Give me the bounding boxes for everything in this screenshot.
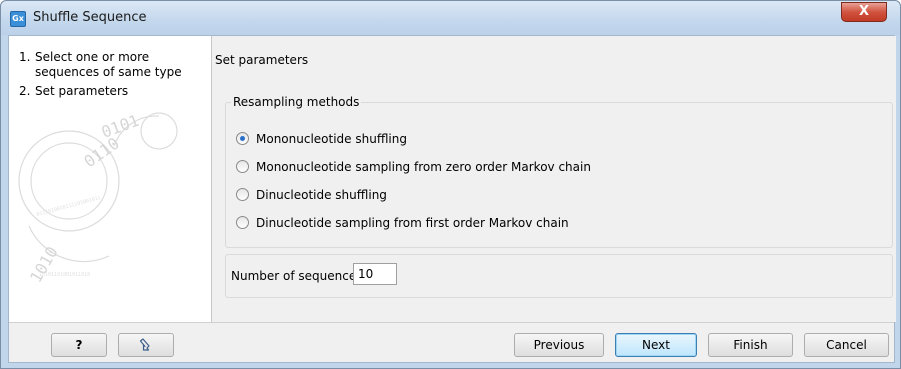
dialog-body: 1. Select one or more sequences of same … [8, 35, 896, 363]
window-title: Shuffle Sequence [33, 10, 147, 25]
help-button[interactable]: ? [51, 333, 107, 357]
svg-text:1010: 1010 [26, 243, 62, 286]
title-bar: Gx Shuffle Sequence X [1, 1, 900, 35]
step-number: 1. [19, 50, 31, 64]
radio-button[interactable] [236, 216, 249, 229]
svg-text:0111010010111101001011: 0111010010111101001011 [36, 195, 102, 218]
radio-label: Mononucleotide sampling from zero order … [256, 160, 591, 174]
radio-label: Dinucleotide shuffling [256, 188, 387, 202]
step-number: 2. [19, 84, 31, 98]
panel-heading: Set parameters [215, 53, 309, 67]
radio-label: Mononucleotide shuffling [256, 132, 407, 146]
resampling-methods-group: Resampling methods Mononucleotide shuffl… [225, 95, 893, 248]
close-button[interactable]: X [841, 2, 887, 22]
svg-text:0101: 0101 [99, 111, 142, 142]
step-label: Select one or more sequences of same typ… [35, 50, 182, 79]
next-button[interactable]: Next [615, 333, 697, 357]
parameters-panel: Set parameters Resampling methods Mononu… [213, 36, 896, 322]
cancel-button[interactable]: Cancel [804, 333, 889, 357]
radio-button[interactable] [236, 132, 249, 145]
reset-button[interactable] [118, 333, 174, 357]
radio-button[interactable] [236, 160, 249, 173]
number-of-sequences-input[interactable] [353, 263, 397, 285]
binary-swirl-watermark-icon: 0110 1010 0101 0111010010111101001011 10… [18, 111, 178, 286]
group-title: Resampling methods [231, 95, 362, 109]
number-of-sequences-label: Number of sequences: [231, 269, 367, 283]
step-label: Set parameters [35, 84, 129, 98]
radio-label: Dinucleotide sampling from first order M… [256, 216, 569, 230]
app-logo-icon: Gx [10, 11, 26, 27]
shuffle-sequence-dialog: Gx Shuffle Sequence X 1. Select one or m… [0, 0, 901, 369]
number-of-sequences-group: Number of sequences: [225, 254, 893, 298]
finish-button[interactable]: Finish [708, 333, 793, 357]
wizard-button-bar: ? Previous Next Finish Cancel [9, 322, 894, 362]
radio-button[interactable] [236, 188, 249, 201]
undo-arrow-icon [139, 338, 150, 351]
wizard-steps-panel: 1. Select one or more sequences of same … [9, 36, 212, 322]
svg-text:10101101001011010: 10101101001011010 [39, 272, 90, 278]
previous-button[interactable]: Previous [514, 333, 604, 357]
